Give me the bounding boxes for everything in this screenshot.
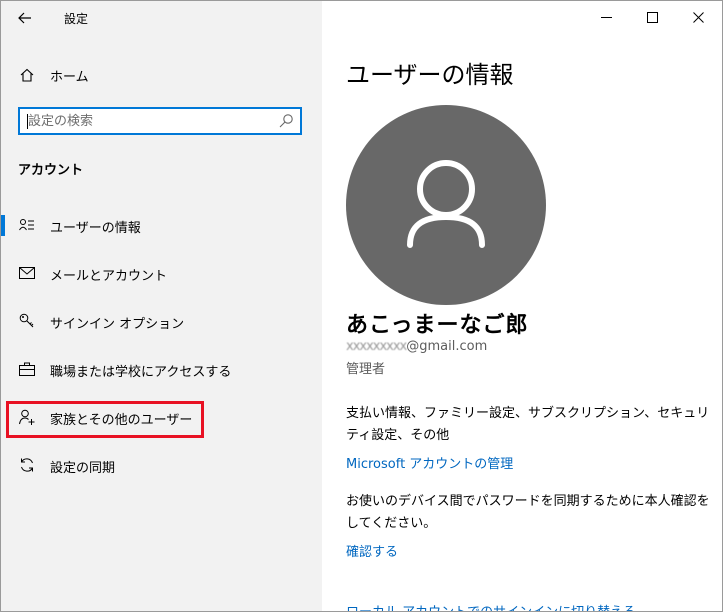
close-icon [692, 11, 704, 23]
sidebar-item-sync[interactable]: 設定の同期 [1, 447, 322, 483]
search-input[interactable] [28, 112, 268, 130]
user-info-icon [19, 217, 35, 233]
local-account-link[interactable]: ローカル アカウントでのサインインに切り替える [346, 601, 636, 611]
minimize-button[interactable] [583, 1, 629, 33]
sidebar-item-label: サインイン オプション [50, 317, 185, 332]
search-box[interactable] [18, 107, 302, 135]
section-heading: アカウント [18, 163, 84, 178]
sidebar-item-signin[interactable]: サインイン オプション [1, 303, 322, 339]
nav-home[interactable]: ホーム [1, 61, 322, 89]
billing-description: 支払い情報、ファミリー設定、サブスクリプション、セキュリティ設定、その他 [346, 406, 710, 443]
user-role: 管理者 [346, 362, 386, 377]
highlight-frame [6, 401, 204, 438]
sidebar-item-label: 職場または学校にアクセスする [50, 365, 232, 380]
window-title: 設定 [64, 12, 89, 26]
sidebar-item-work-school[interactable]: 職場または学校にアクセスする [1, 351, 322, 387]
text-caret [27, 114, 28, 129]
maximize-icon [646, 11, 658, 23]
content-pane: ユーザーの情報 あこっまーなご郎 xxxxxxxxx@gmail.com 管理者… [322, 1, 722, 611]
email-mask: xxxxxxxxx [346, 339, 407, 354]
avatar [346, 105, 546, 305]
maximize-button[interactable] [629, 1, 675, 33]
home-icon [19, 67, 35, 83]
verify-description: お使いのデバイス間でパスワードを同期するために本人確認をしてください。 [346, 494, 710, 531]
back-button[interactable] [9, 5, 41, 31]
settings-window: 設定 ホーム アカウント ユーザーの情報 メールとアカウント [0, 0, 723, 612]
briefcase-icon [19, 361, 35, 377]
sidebar-item-label: ユーザーの情報 [50, 221, 141, 236]
sidebar-item-user-info[interactable]: ユーザーの情報 [1, 207, 322, 243]
navigation-pane: 設定 ホーム アカウント ユーザーの情報 メールとアカウント [1, 1, 322, 611]
nav-home-label: ホーム [50, 69, 89, 85]
email-domain: @gmail.com [406, 339, 488, 354]
key-icon [19, 313, 35, 329]
user-name: あこっまーなご郎 [346, 313, 529, 338]
person-icon [407, 160, 485, 248]
mail-icon [19, 265, 35, 281]
manage-account-link[interactable]: Microsoft アカウントの管理 [346, 453, 513, 472]
page-title: ユーザーの情報 [346, 61, 514, 89]
user-email: xxxxxxxxx@gmail.com [346, 339, 487, 354]
verify-link[interactable]: 確認する [346, 541, 398, 560]
back-arrow-icon [18, 12, 31, 24]
search-icon[interactable] [278, 113, 294, 129]
active-indicator [1, 215, 5, 236]
close-button[interactable] [675, 1, 721, 33]
sync-icon [19, 457, 35, 473]
sidebar-item-label: 設定の同期 [50, 461, 116, 476]
sidebar-item-mail[interactable]: メールとアカウント [1, 255, 322, 291]
sidebar-item-label: メールとアカウント [50, 269, 168, 284]
minimize-icon [600, 16, 612, 18]
